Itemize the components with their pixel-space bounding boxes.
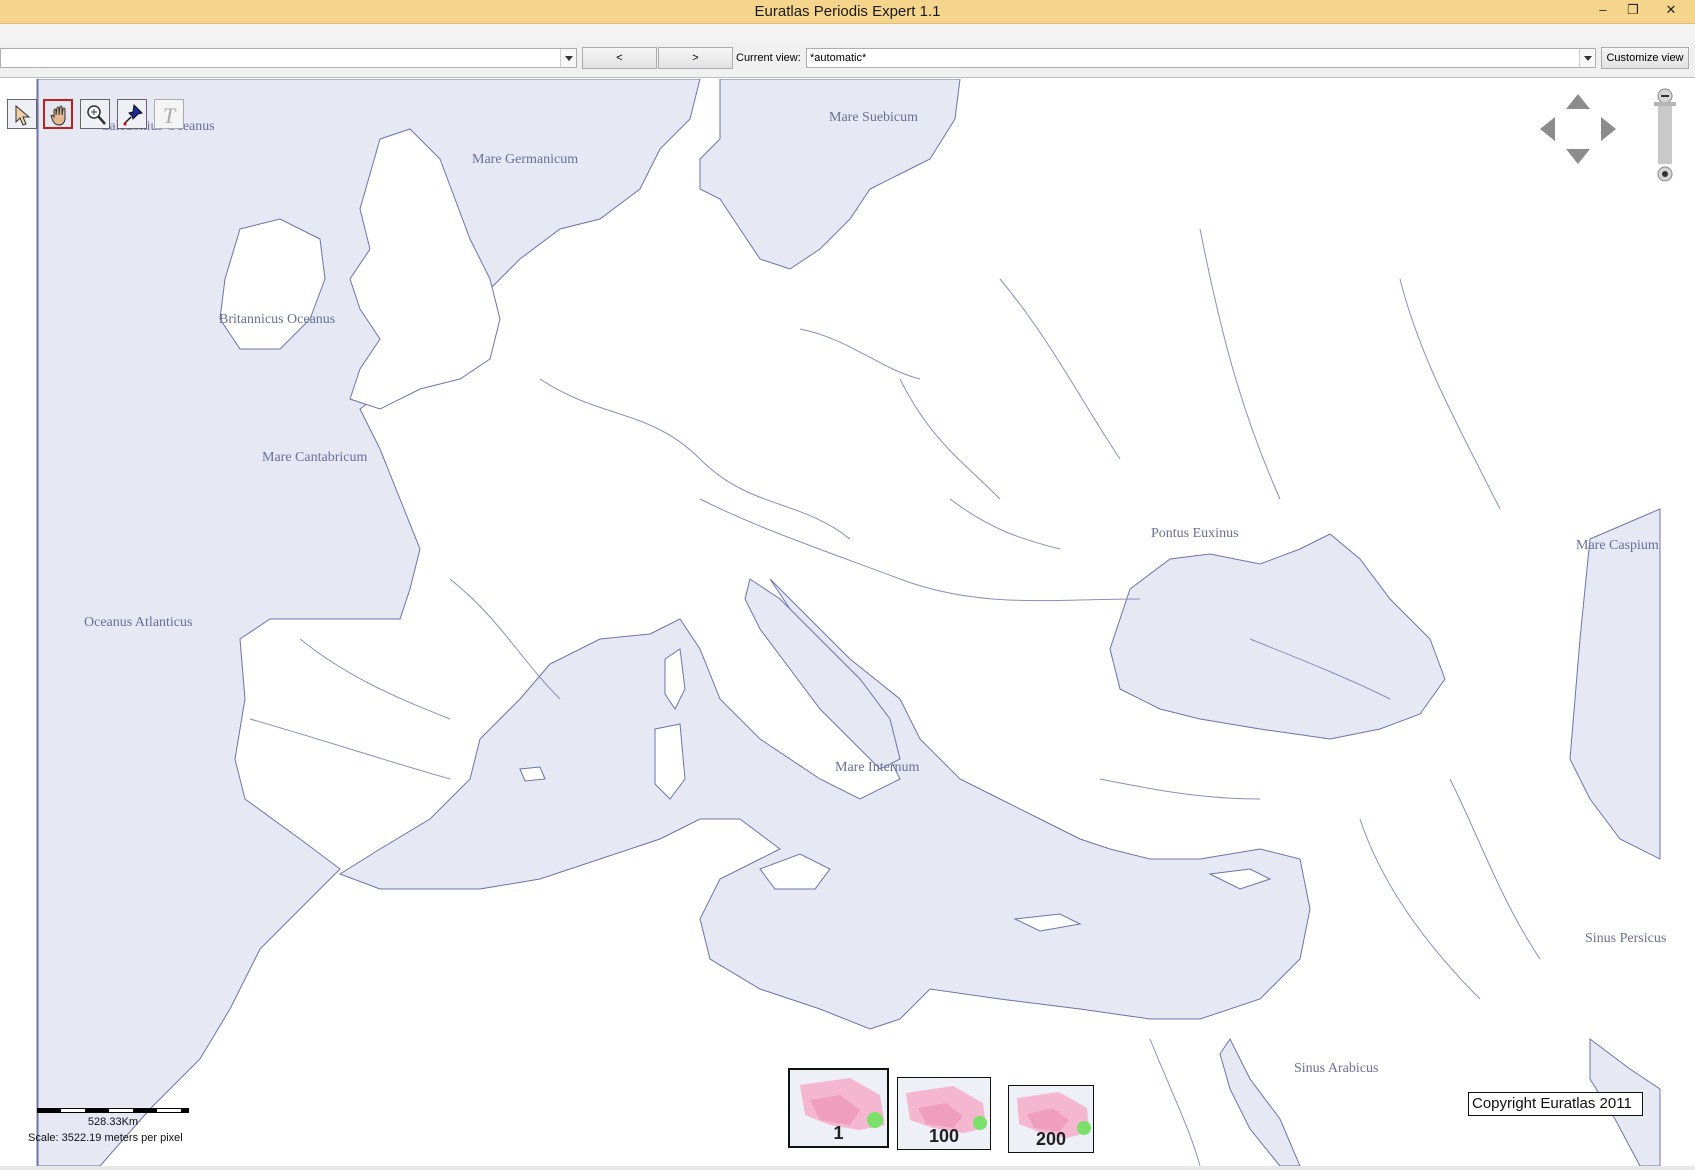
scale-distance: 528.33Km <box>87 1116 139 1128</box>
zoom-slider[interactable] <box>1650 86 1680 186</box>
layer-select[interactable] <box>0 48 577 68</box>
sea-label-caspium: Mare Caspium <box>1576 538 1659 553</box>
current-view-select[interactable]: *automatic* <box>806 48 1596 68</box>
previous-view-button[interactable]: < <box>582 47 657 69</box>
sea-label-persicus: Sinus Persicus <box>1585 931 1667 946</box>
current-view-label: Current view: <box>736 52 801 64</box>
toolbar: < > Current view: *automatic* Customize … <box>0 42 1695 78</box>
chevron-down-icon[interactable] <box>1579 49 1595 67</box>
window-titlebar: Euratlas Periodis Expert 1.1 – ❐ ✕ <box>0 0 1695 24</box>
chevron-down-icon[interactable] <box>560 49 576 67</box>
svg-text:T: T <box>163 103 177 128</box>
pin-tool[interactable] <box>117 99 147 129</box>
close-button[interactable]: ✕ <box>1656 0 1686 22</box>
thumbnail-label: 200 <box>1035 1129 1067 1149</box>
next-view-button[interactable]: > <box>658 47 733 69</box>
sea-label-arabicus: Sinus Arabicus <box>1294 1061 1379 1076</box>
pin-tool-icon <box>123 103 143 126</box>
thumbnail-100[interactable]: 100 <box>897 1077 991 1150</box>
thumbnail-label: 100 <box>928 1126 960 1146</box>
window-title: Euratlas Periodis Expert 1.1 <box>754 3 941 20</box>
menu-strip <box>0 24 1695 42</box>
pan-left-arrow-icon[interactable] <box>1540 117 1555 141</box>
pan-hand-tool[interactable] <box>43 99 73 129</box>
sea-label-suebicum: Mare Suebicum <box>829 110 919 125</box>
thumbnail-label: 1 <box>833 1123 844 1143</box>
pointer-tool[interactable] <box>7 99 37 129</box>
pan-navigation-control[interactable] <box>1538 89 1618 169</box>
sea-label-euxinus: Pontus Euxinus <box>1151 526 1239 541</box>
pan-up-arrow-icon[interactable] <box>1566 94 1590 109</box>
map-base-layer <box>36 79 1661 1166</box>
sea-label-britannicus: Britannicus Oceanus <box>219 312 336 327</box>
thumbnail-1[interactable]: 1 <box>788 1068 889 1148</box>
text-tool-icon: T <box>163 103 177 128</box>
status-bar <box>0 1166 1695 1170</box>
pan-right-arrow-icon[interactable] <box>1601 117 1616 141</box>
sea-label-atlanticus: Oceanus Atlanticus <box>84 615 193 630</box>
text-tool[interactable]: T <box>154 99 184 129</box>
sea-label-internum: Mare Internum <box>835 760 920 775</box>
scale-bar <box>37 1108 189 1113</box>
copyright-notice: Copyright Euratlas 2011 <box>1468 1092 1643 1116</box>
thumbnail-200[interactable]: 200 <box>1008 1085 1094 1153</box>
zoom-tool[interactable] <box>80 99 110 129</box>
zoom-tool-icon <box>87 105 106 125</box>
current-view-value: *automatic* <box>810 52 867 64</box>
minimize-button[interactable]: – <box>1588 0 1618 22</box>
scale-text: Scale: 3522.19 meters per pixel <box>28 1132 183 1144</box>
sea-label-germanicum: Mare Germanicum <box>472 152 579 167</box>
customize-view-button[interactable]: Customize view <box>1601 47 1689 69</box>
sea-label-cantabricum: Mare Cantabricum <box>262 450 368 465</box>
pan-hand-tool-icon <box>50 105 66 126</box>
pan-down-arrow-icon[interactable] <box>1566 149 1590 164</box>
pointer-tool-icon <box>15 104 31 126</box>
restore-button[interactable]: ❐ <box>1618 0 1648 22</box>
map-canvas[interactable]: Caledonius Oceanus Mare Germanicum Mare … <box>0 79 1695 1166</box>
